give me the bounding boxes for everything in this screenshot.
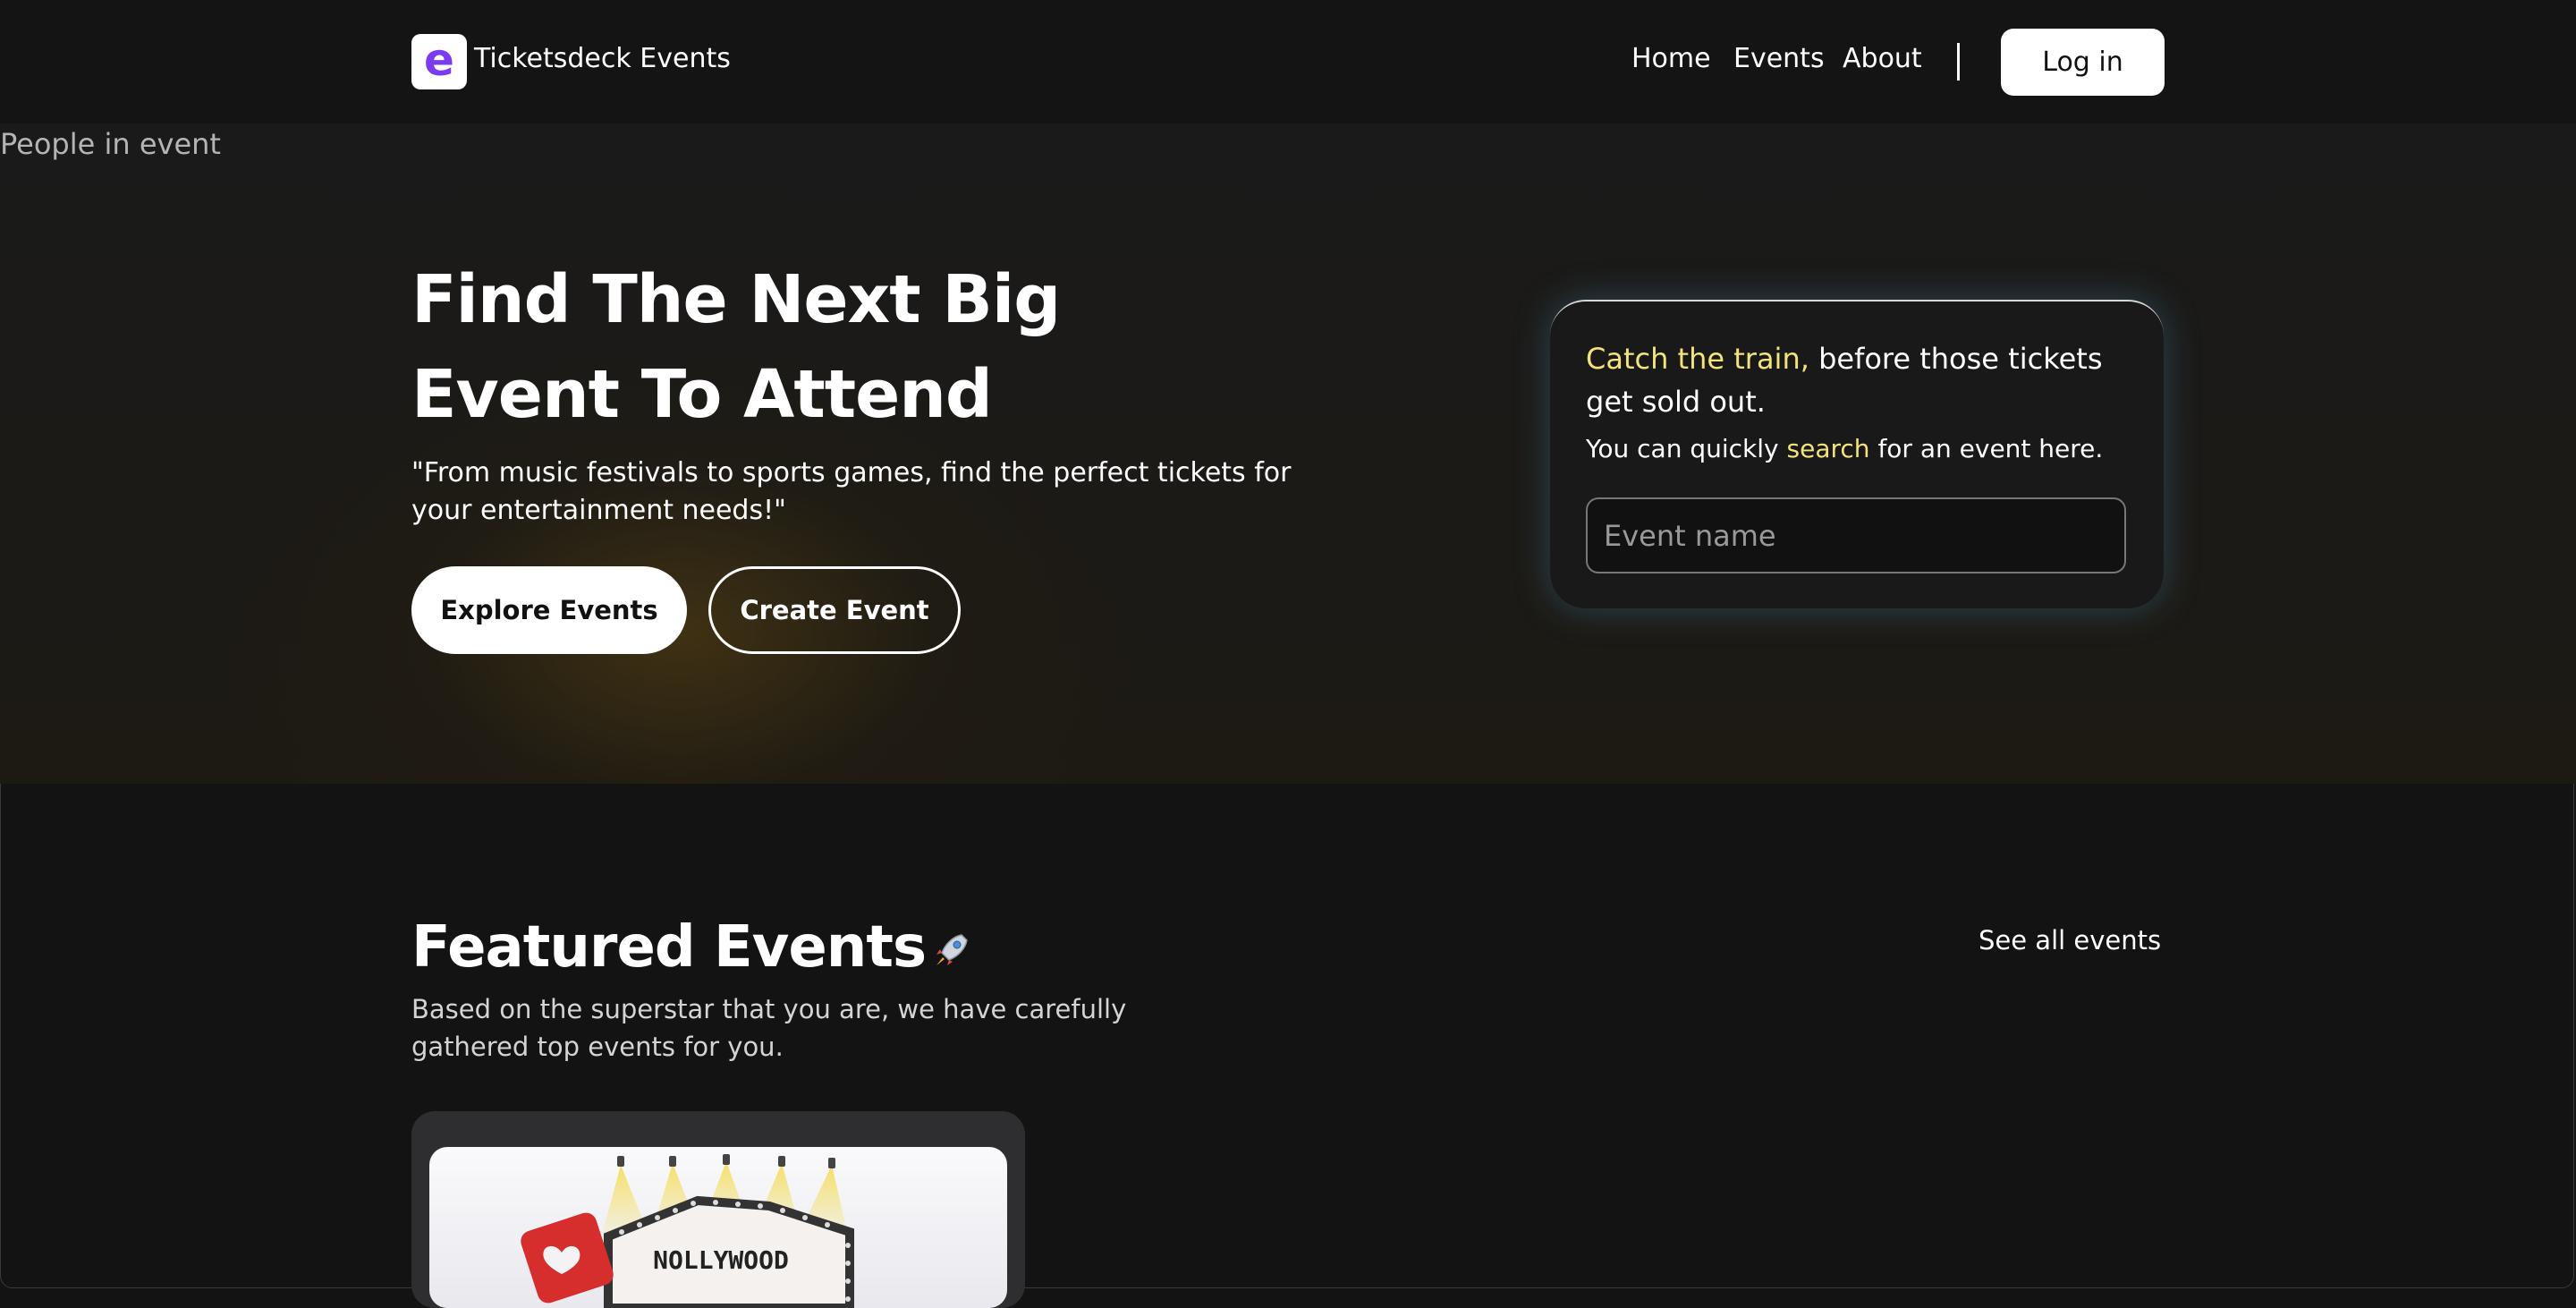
search-link[interactable]: search [1787,434,1870,463]
nav-divider [1957,43,1960,81]
search-card-hint: You can quickly search for an event here… [1586,434,2103,463]
featured-events-title-text: Featured Events [411,914,927,981]
brand-name[interactable]: Ticketsdeck Events [474,43,731,74]
featured-events-title: Featured Events [411,914,972,981]
hero-subtitle: "From music festivals to sports games, f… [411,457,1292,526]
nav-events[interactable]: Events [1733,43,1825,74]
search-card-highlight: Catch the train, [1586,342,1809,376]
event-image: NOLLYWOOD [429,1147,1007,1308]
hint-text-after: for an event here. [1869,434,2104,463]
event-name-input[interactable] [1586,497,2126,573]
hero-title-line-1: Find The Next Big [411,261,1061,338]
search-card: Catch the train, before those tickets ge… [1550,300,2164,608]
logo-icon[interactable]: e [411,34,467,89]
logo-letter: e [424,34,454,86]
top-navbar: e Ticketsdeck Events Home Events About L… [0,0,2576,123]
search-card-heading: Catch the train, before those tickets ge… [1586,337,2140,423]
explore-events-button[interactable]: Explore Events [411,566,687,654]
featured-events-subtitle: Based on the superstar that you are, we … [411,994,1127,1062]
nav-home[interactable]: Home [1631,43,1711,74]
hero-section [0,123,2576,784]
rocket-icon [936,934,968,966]
hero-title-line-2: Event To Attend [411,356,993,433]
nollywood-illustration: NOLLYWOOD [521,1154,854,1308]
people-in-event-label: People in event [0,127,221,161]
featured-event-card[interactable]: NOLLYWOOD [411,1111,1025,1308]
hint-text-before: You can quickly [1586,434,1787,463]
login-button[interactable]: Log in [2001,29,2165,96]
see-all-events-link[interactable]: See all events [1979,925,2161,956]
hero-title: Find The Next Big Event To Attend [411,252,1216,442]
nollywood-sign-text: NOLLYWOOD [653,1245,789,1275]
nav-about[interactable]: About [1843,43,1922,74]
create-event-button[interactable]: Create Event [708,566,961,654]
heart-icon [521,1212,614,1304]
